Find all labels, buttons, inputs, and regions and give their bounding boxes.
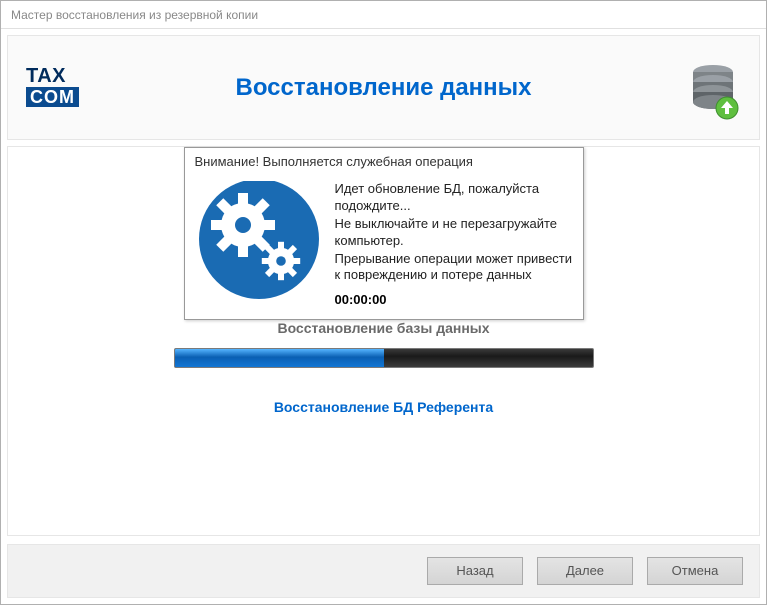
progress-bar-fill [175,349,384,367]
progress-task-name: Восстановление БД Референта [8,399,759,415]
modal-line-1: Идет обновление БД, пожалуйста подождите… [335,181,573,215]
modal-timer: 00:00:00 [335,292,573,309]
page-title: Восстановление данных [8,74,759,102]
modal-title: Внимание! Выполняется служебная операция [185,148,583,177]
database-restore-icon [687,64,739,125]
progress-label: Восстановление базы данных [8,320,759,336]
gears-icon [195,181,323,299]
titlebar: Мастер восстановления из резервной копии [1,1,766,29]
cancel-button[interactable]: Отмена [647,557,743,585]
operation-modal: Внимание! Выполняется служебная операция [184,147,584,320]
header: TAX COM Восстановление данных [7,35,760,140]
modal-line-2: Не выключайте и не перезагружайте компью… [335,216,573,250]
modal-body: Идет обновление БД, пожалуйста подождите… [185,177,583,319]
wizard-window: Мастер восстановления из резервной копии… [0,0,767,605]
progress-bar [174,348,594,368]
modal-line-3: Прерывание операции может привести к пов… [335,251,573,285]
button-bar: Назад Далее Отмена [7,544,760,598]
back-button[interactable]: Назад [427,557,523,585]
next-button[interactable]: Далее [537,557,633,585]
window-title: Мастер восстановления из резервной копии [11,8,258,22]
modal-text: Идет обновление БД, пожалуйста подождите… [335,181,573,309]
main-area: у. Восстановление базы данных Восстановл… [7,146,760,536]
